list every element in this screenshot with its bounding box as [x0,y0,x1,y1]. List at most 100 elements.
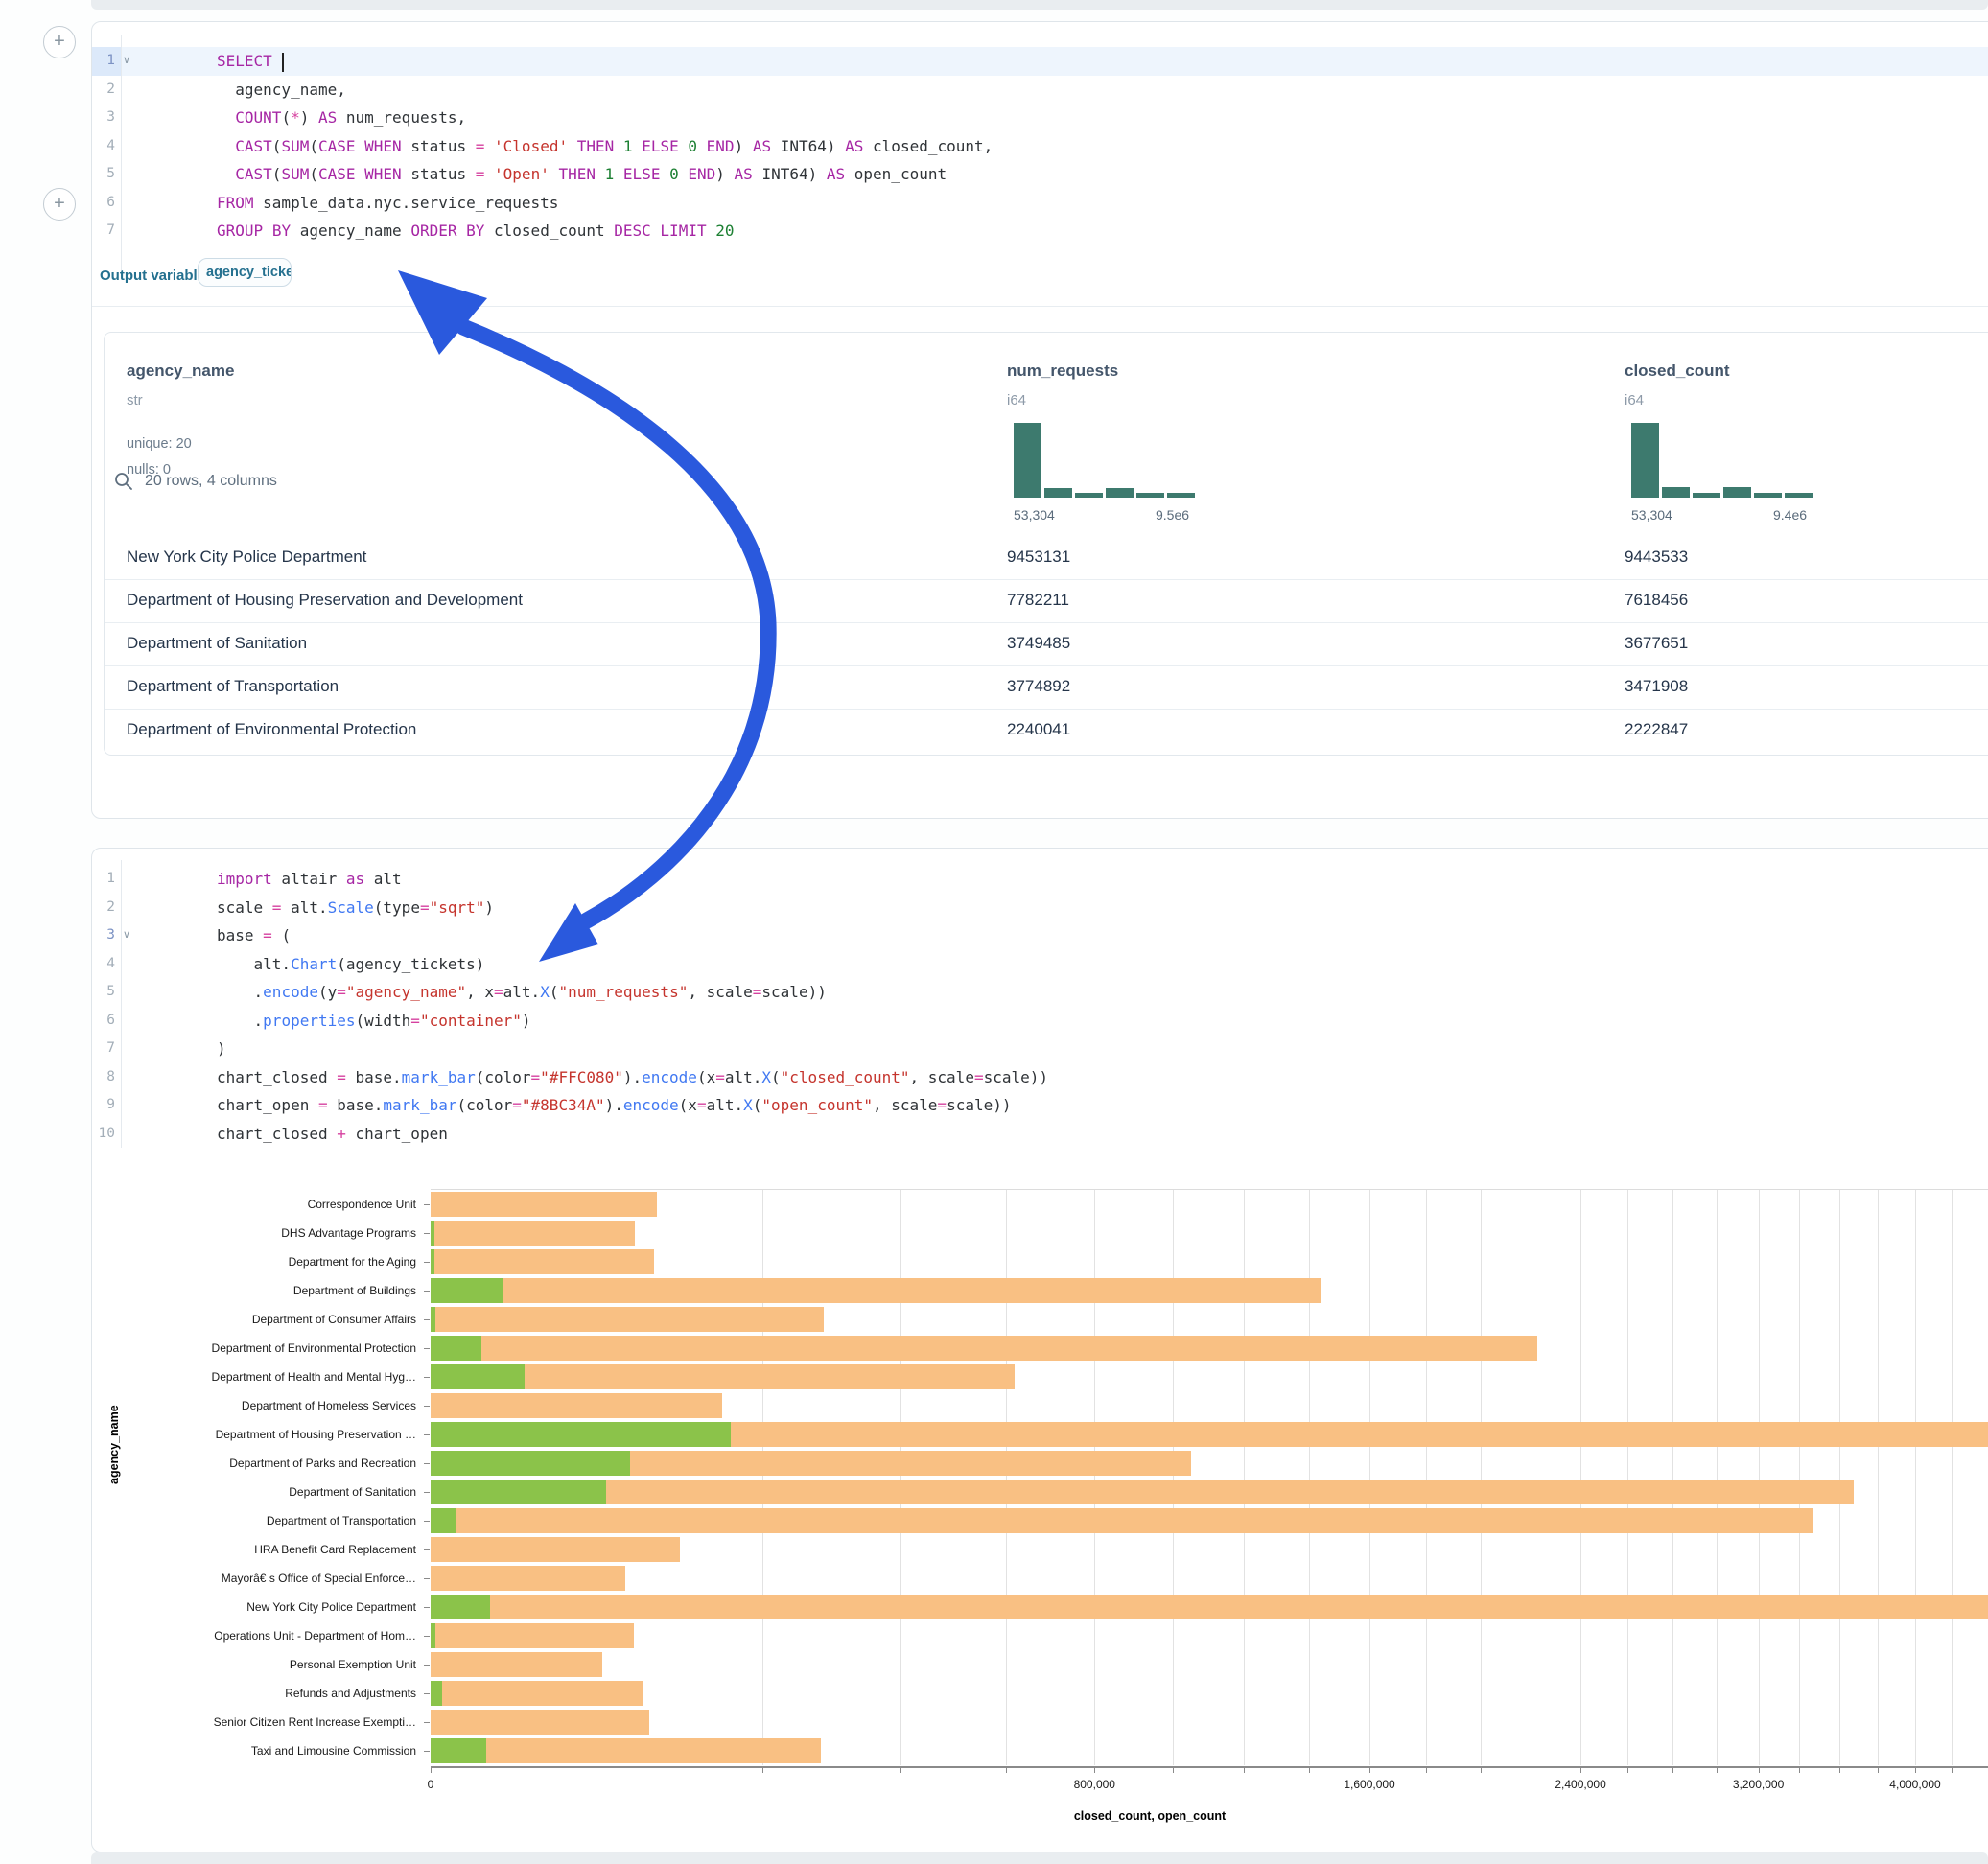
collapse-caret-icon[interactable]: ∨ [123,921,130,950]
code-line[interactable]: chart_closed = base.mark_bar(color="#FFC… [217,1063,1988,1092]
table-cell-num_requests: 3749485 [1007,634,1070,653]
closed-count-bar [431,1595,1988,1619]
closed-count-bar [431,1192,657,1217]
code-line[interactable]: ) [217,1035,1988,1063]
line-number: 8 [86,1063,115,1092]
y-axis-tick [424,1578,430,1579]
line-number: 6 [86,1007,115,1036]
row-divider [105,665,1988,666]
code-line[interactable]: alt.Chart(agency_tickets) [217,950,1988,979]
x-axis-tick [1672,1767,1673,1773]
y-axis-label: New York City Police Department [129,1600,416,1614]
table-cell-closed_count: 3677651 [1625,634,1688,653]
line-number: 1 [86,47,115,76]
table-cell-closed_count: 2222847 [1625,720,1688,739]
line-number: 4 [86,132,115,161]
y-axis-tick [424,1377,430,1378]
column-name: num_requests [1007,361,1118,381]
x-axis-tick-label: 1,600,000 [1344,1778,1394,1791]
collapse-caret-icon[interactable]: ∨ [123,47,130,76]
x-axis-tick-label: 4,000,000 [1889,1778,1940,1791]
y-axis-label: Department of Homeless Services [129,1399,416,1412]
histogram-bar [1075,493,1103,498]
code-line[interactable]: chart_open = base.mark_bar(color="#8BC34… [217,1091,1988,1120]
x-axis-tick [1627,1767,1628,1773]
closed-count-bar [431,1307,824,1332]
line-number: 3 [86,921,115,950]
column-stat: unique: 20 [127,436,192,452]
python-editor[interactable]: 1import altair as alt2scale = alt.Scale(… [92,865,1988,1149]
code-line[interactable]: CAST(SUM(CASE WHEN status = 'Closed' THE… [217,132,1988,161]
y-axis-label: Operations Unit - Department of Hom… [129,1629,416,1643]
x-axis-tick-label: 800,000 [1074,1778,1115,1791]
sql-cell: 1∨SELECT 2 agency_name,3 COUNT(*) AS num… [91,21,1988,819]
y-axis-label: DHS Advantage Programs [129,1226,416,1240]
x-axis-tick [1426,1767,1427,1773]
code-line[interactable]: scale = alt.Scale(type="sqrt") [217,894,1988,922]
closed-count-bar [431,1336,1537,1361]
column-type: str [127,392,143,408]
table-cell-num_requests: 2240041 [1007,720,1070,739]
table-row[interactable]: Department of Housing Preservation and D… [105,579,1988,622]
line-number: 2 [86,76,115,105]
table-row[interactable]: Department of Environmental Protection22… [105,709,1988,752]
open-count-bar [431,1480,606,1504]
closed-count-bar [431,1738,821,1763]
sql-output-divider [92,306,1988,307]
x-axis-tick [1244,1767,1245,1773]
code-line[interactable]: FROM sample_data.nyc.service_requests [217,189,1988,218]
y-axis-tick [424,1348,430,1349]
open-count-bar [431,1623,435,1648]
code-line[interactable]: COUNT(*) AS num_requests, [217,104,1988,132]
code-line[interactable]: chart_closed + chart_open [217,1120,1988,1149]
line-number: 10 [86,1120,115,1149]
code-line[interactable]: .encode(y="agency_name", x=alt.X("num_re… [217,978,1988,1007]
chart-output: Correspondence UnitDHS Advantage Program… [92,1165,1988,1852]
closed-count-bar [431,1393,722,1418]
x-axis-tick-label: 0 [428,1778,434,1791]
x-axis-tick [900,1767,901,1773]
x-axis-tick-label: 3,200,000 [1733,1778,1784,1791]
text-cursor [282,53,284,72]
x-axis-line [431,1766,1988,1768]
histogram-bar [1106,488,1134,498]
histogram-bar [1044,488,1072,498]
column-name: closed_count [1625,361,1730,381]
y-axis-tick [424,1722,430,1723]
line-number: 4 [86,950,115,979]
code-line[interactable]: import altair as alt [217,865,1988,894]
notebook-page: + + 1 ∨ SELECT 2 agency_name, 3 COUNT(*) AS… [0,0,1988,1864]
y-axis-tick [424,1492,430,1493]
add-cell-button-top[interactable]: + [43,26,76,58]
open-count-bar [431,1681,442,1706]
histogram-bar [1723,487,1751,498]
output-variable-chip[interactable]: agency_tickets [198,258,292,287]
x-axis-tick-label: 2,400,000 [1555,1778,1605,1791]
code-line[interactable]: SELECT [217,47,1988,76]
y-axis-tick [424,1233,430,1234]
sql-editor[interactable]: 1∨SELECT 2 agency_name,3 COUNT(*) AS num… [92,47,1988,248]
y-axis-tick [424,1521,430,1522]
x-axis-tick [1369,1767,1370,1773]
y-axis-label: Department for the Aging [129,1255,416,1269]
y-axis-tick [424,1636,430,1637]
x-axis-tick [1309,1767,1310,1773]
histogram-bar [1167,493,1195,498]
code-line[interactable]: base = ( [217,921,1988,950]
line-number: 2 [86,894,115,922]
code-line[interactable]: GROUP BY agency_name ORDER BY closed_cou… [217,217,1988,245]
add-cell-button-middle[interactable]: + [43,188,76,221]
histogram-min-label: 53,304 [1631,507,1672,523]
histogram-max-label: 9.5e6 [1156,507,1189,523]
search-icon[interactable] [113,471,134,492]
code-line[interactable]: CAST(SUM(CASE WHEN status = 'Open' THEN … [217,160,1988,189]
x-axis-tick [1094,1767,1095,1773]
table-row[interactable]: Department of Sanitation37494853677651 [105,622,1988,665]
y-axis-label: Personal Exemption Unit [129,1658,416,1671]
open-count-bar [431,1738,486,1763]
table-row[interactable]: Department of Transportation377489234719… [105,665,1988,709]
table-row[interactable]: New York City Police Department945313194… [105,536,1988,579]
code-line[interactable]: .properties(width="container") [217,1007,1988,1036]
closed-count-bar [431,1623,634,1648]
code-line[interactable]: agency_name, [217,76,1988,105]
